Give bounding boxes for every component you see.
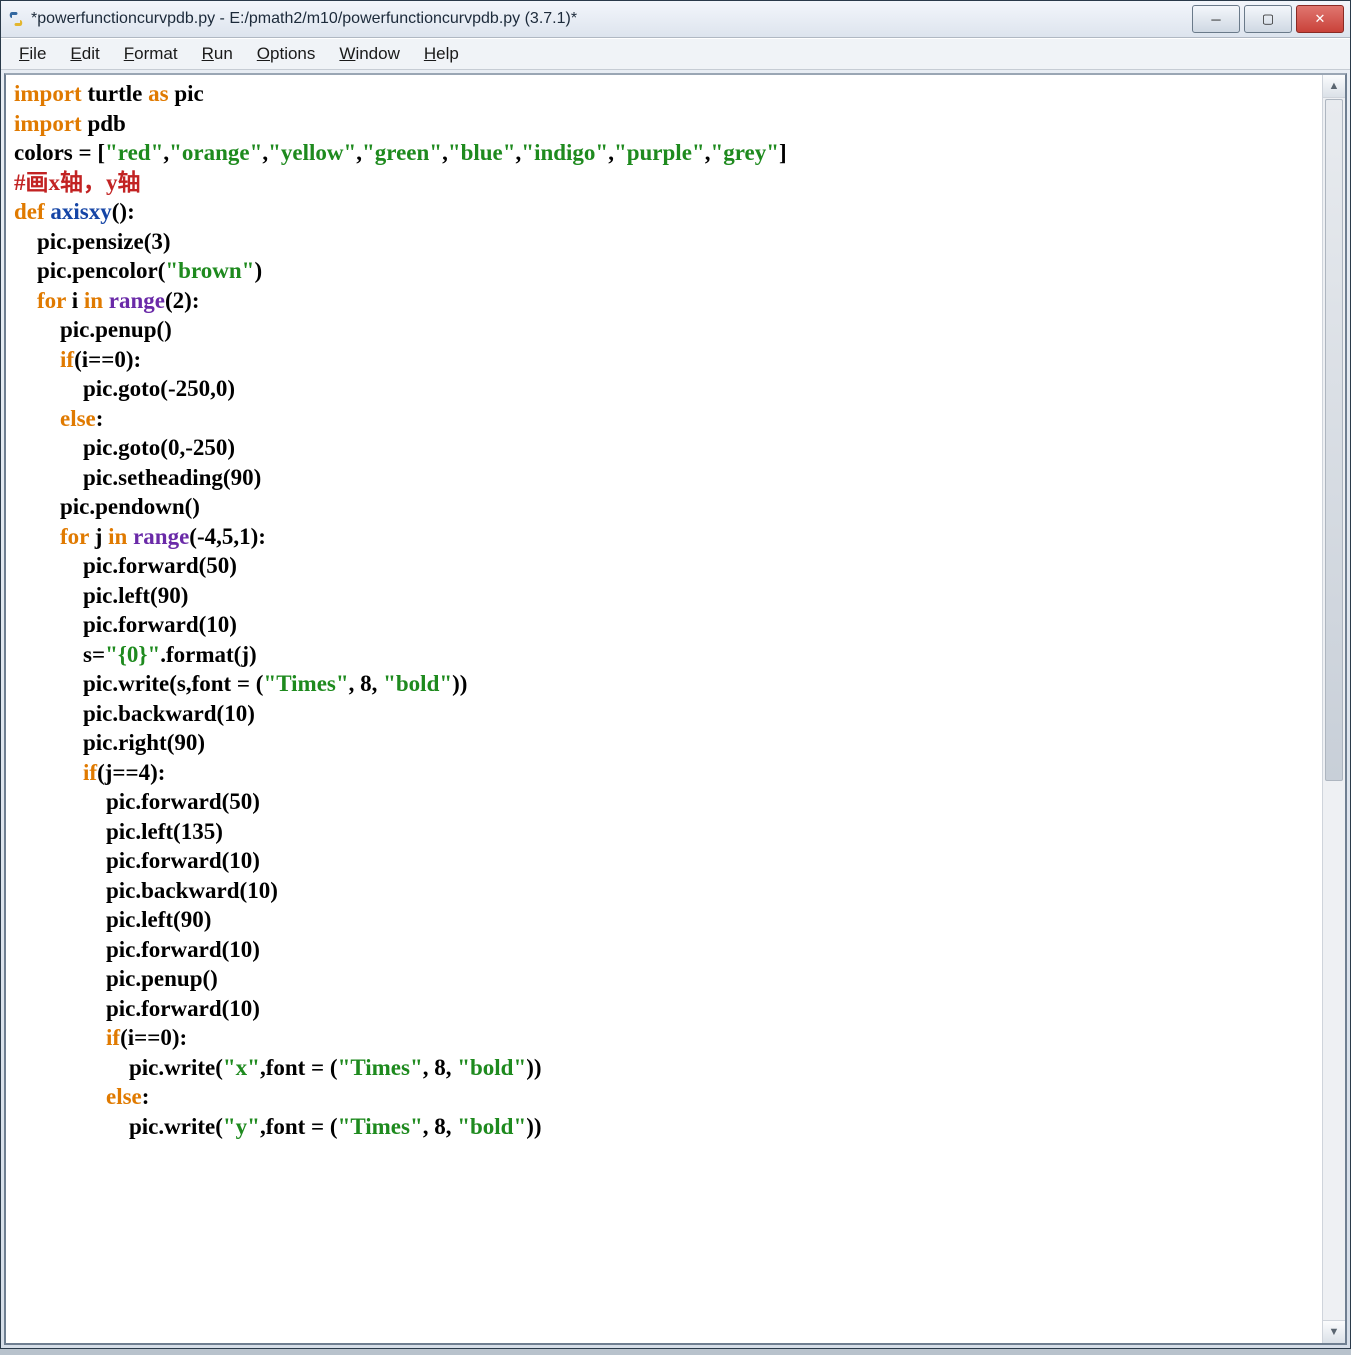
code-line: for j in range(-4,5,1): xyxy=(14,522,1339,552)
code-line: else: xyxy=(14,1082,1339,1112)
maximize-button[interactable]: ▢ xyxy=(1244,5,1292,33)
window-controls: ─ ▢ ✕ xyxy=(1188,5,1344,33)
code-line: pic.backward(10) xyxy=(14,876,1339,906)
code-line: s="{0}".format(j) xyxy=(14,640,1339,670)
code-line: import pdb xyxy=(14,109,1339,139)
scroll-thumb[interactable] xyxy=(1325,99,1343,781)
window-title: *powerfunctioncurvpdb.py - E:/pmath2/m10… xyxy=(31,10,577,28)
code-line: pic.left(90) xyxy=(14,581,1339,611)
vertical-scrollbar[interactable]: ▲ ▼ xyxy=(1322,75,1345,1343)
idle-window: *powerfunctioncurvpdb.py - E:/pmath2/m10… xyxy=(0,0,1351,1349)
code-line: pic.forward(10) xyxy=(14,846,1339,876)
code-line: for i in range(2): xyxy=(14,286,1339,316)
code-line: def axisxy(): xyxy=(14,197,1339,227)
code-line: pic.setheading(90) xyxy=(14,463,1339,493)
menu-format[interactable]: Format xyxy=(112,41,190,67)
editor-frame: import turtle as picimport pdbcolors = [… xyxy=(4,73,1347,1345)
menu-edit[interactable]: Edit xyxy=(58,41,111,67)
code-line: pic.goto(0,-250) xyxy=(14,433,1339,463)
menu-help[interactable]: Help xyxy=(412,41,471,67)
idle-app-icon xyxy=(7,10,25,28)
code-line: pic.forward(10) xyxy=(14,994,1339,1024)
code-line: pic.write(s,font = ("Times", 8, "bold")) xyxy=(14,669,1339,699)
code-line: pic.right(90) xyxy=(14,728,1339,758)
code-line: pic.write("y",font = ("Times", 8, "bold"… xyxy=(14,1112,1339,1142)
code-line: pic.pencolor("brown") xyxy=(14,256,1339,286)
code-line: pic.goto(-250,0) xyxy=(14,374,1339,404)
code-line: else: xyxy=(14,404,1339,434)
maximize-icon: ▢ xyxy=(1262,11,1274,27)
code-line: pic.left(90) xyxy=(14,905,1339,935)
code-line: colors = ["red","orange","yellow","green… xyxy=(14,138,1339,168)
code-line: pic.forward(10) xyxy=(14,610,1339,640)
menu-run[interactable]: Run xyxy=(190,41,245,67)
code-editor[interactable]: import turtle as picimport pdbcolors = [… xyxy=(6,75,1345,1343)
code-line: pic.pensize(3) xyxy=(14,227,1339,257)
code-line: import turtle as pic xyxy=(14,79,1339,109)
menu-options[interactable]: Options xyxy=(245,41,328,67)
code-text[interactable]: import turtle as picimport pdbcolors = [… xyxy=(6,75,1345,1343)
menubar: File Edit Format Run Options Window Help xyxy=(1,38,1350,70)
code-line: if(i==0): xyxy=(14,345,1339,375)
code-line: pic.forward(50) xyxy=(14,551,1339,581)
code-line: pic.forward(50) xyxy=(14,787,1339,817)
code-line: pic.backward(10) xyxy=(14,699,1339,729)
code-line: #画x轴，y轴 xyxy=(14,168,1339,198)
close-icon: ✕ xyxy=(1315,11,1326,27)
code-line: pic.forward(10) xyxy=(14,935,1339,965)
minimize-button[interactable]: ─ xyxy=(1192,5,1240,33)
code-line: pic.write("x",font = ("Times", 8, "bold"… xyxy=(14,1053,1339,1083)
code-line: pic.penup() xyxy=(14,315,1339,345)
menu-window[interactable]: Window xyxy=(327,41,411,67)
close-button[interactable]: ✕ xyxy=(1296,5,1344,33)
code-line: if(i==0): xyxy=(14,1023,1339,1053)
minimize-icon: ─ xyxy=(1211,12,1220,27)
code-line: pic.penup() xyxy=(14,964,1339,994)
code-line: if(j==4): xyxy=(14,758,1339,788)
scroll-down-arrow-icon[interactable]: ▼ xyxy=(1323,1320,1345,1343)
menu-file[interactable]: File xyxy=(7,41,58,67)
code-line: pic.left(135) xyxy=(14,817,1339,847)
code-line: pic.pendown() xyxy=(14,492,1339,522)
titlebar[interactable]: *powerfunctioncurvpdb.py - E:/pmath2/m10… xyxy=(1,1,1350,38)
scroll-up-arrow-icon[interactable]: ▲ xyxy=(1323,75,1345,98)
